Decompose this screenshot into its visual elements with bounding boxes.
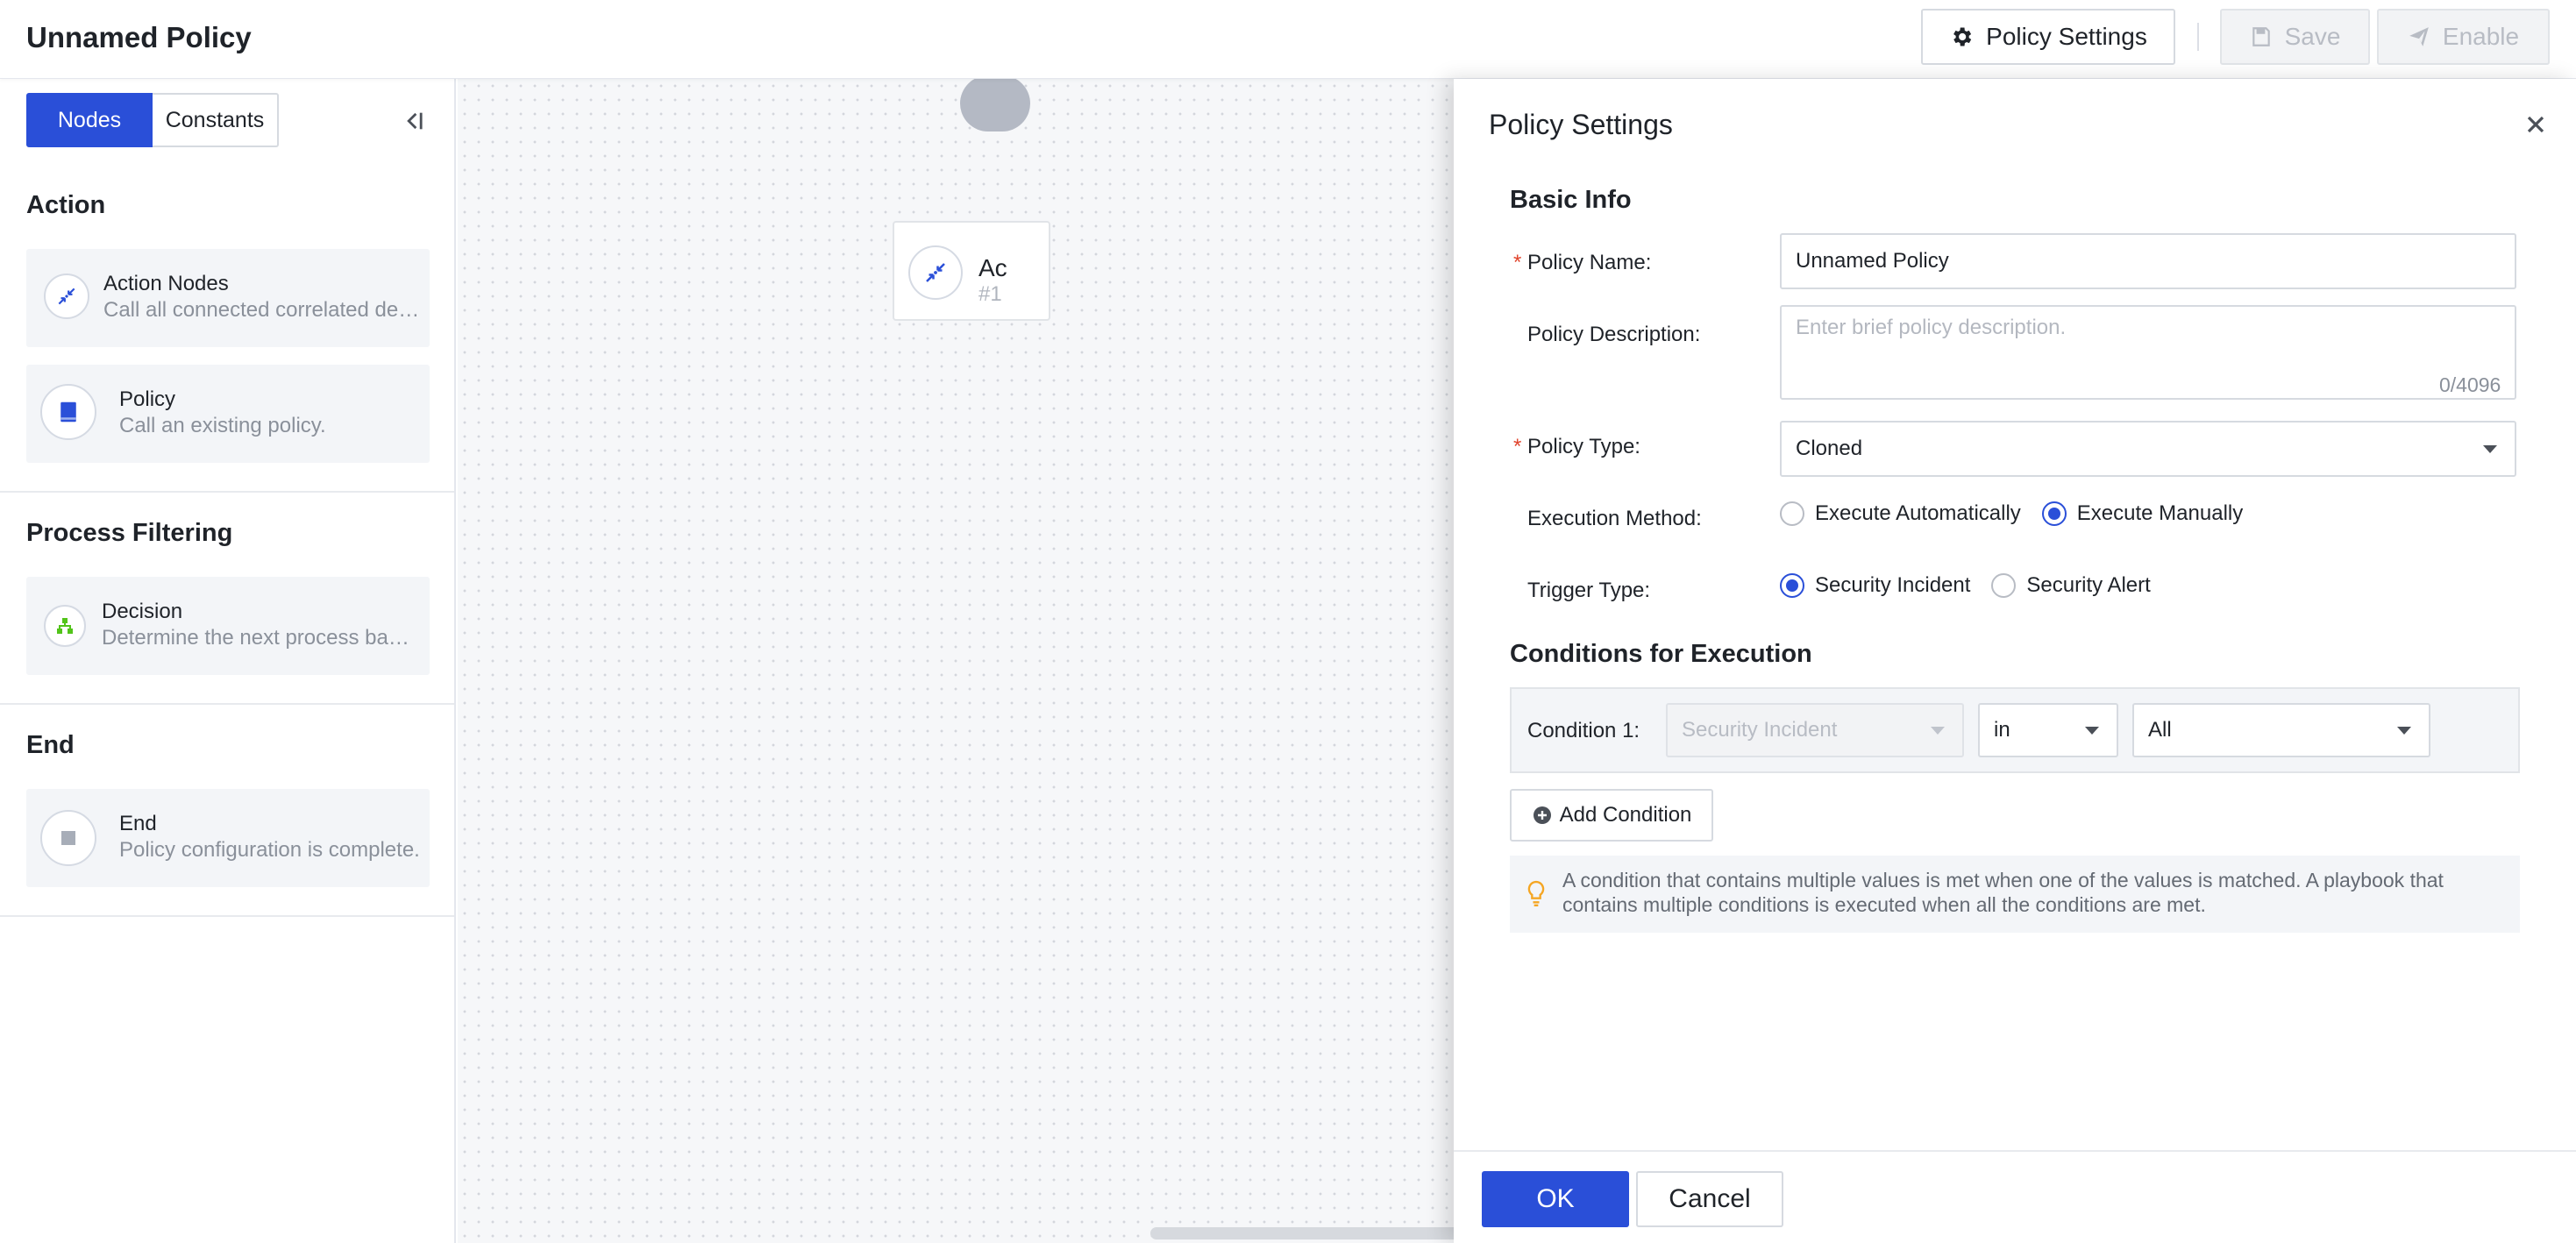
required-marker: *	[1513, 435, 1522, 458]
policy-description-input[interactable]	[1780, 305, 2516, 400]
top-header: Unnamed Policy Policy Settings Save Enab…	[0, 0, 2576, 79]
policy-settings-button[interactable]: Policy Settings	[1921, 9, 2175, 65]
add-condition-label: Add Condition	[1559, 803, 1692, 827]
condition-tip: A condition that contains multiple value…	[1510, 856, 2520, 933]
canvas-node-label: Ac	[978, 254, 1007, 281]
section-title-end: End	[26, 731, 75, 759]
node-description: Call an existing policy.	[119, 414, 326, 437]
condition-field-value: Security Incident	[1682, 718, 1838, 742]
policy-settings-drawer: Policy Settings Basic Info * Policy Name…	[1454, 79, 2576, 1243]
send-icon	[2409, 27, 2429, 46]
lightbulb-icon	[1527, 880, 1545, 906]
cancel-button[interactable]: Cancel	[1636, 1171, 1783, 1227]
condition-row: Condition 1: Security Incident in All	[1510, 687, 2520, 773]
condition-value: All	[2148, 718, 2172, 742]
radio-label: Execute Manually	[2076, 501, 2244, 525]
tab-nodes[interactable]: Nodes	[26, 93, 153, 147]
radio-execute-manually[interactable]: Execute Manually	[2041, 501, 2244, 526]
node-name: Decision	[102, 600, 183, 623]
drawer-title: Policy Settings	[1489, 109, 1673, 140]
node-card-policy[interactable]: Policy Call an existing policy.	[26, 365, 430, 463]
save-icon	[2252, 27, 2270, 46]
add-condition-button[interactable]: Add Condition	[1510, 789, 1713, 842]
radio-circle	[1780, 501, 1804, 526]
execution-method-label: Execution Method:	[1527, 507, 1702, 530]
header-divider	[2197, 23, 2199, 51]
node-card-action-nodes[interactable]: Action Nodes Call all connected correlat…	[26, 249, 430, 347]
chevron-down-icon	[2483, 445, 2497, 453]
stop-square-icon	[40, 810, 96, 866]
condition-value-select[interactable]: All	[2132, 703, 2430, 757]
section-divider	[0, 915, 454, 917]
policy-type-select[interactable]: Cloned	[1780, 421, 2516, 477]
required-marker: *	[1513, 251, 1522, 274]
policy-type-value: Cloned	[1796, 437, 1863, 460]
trigger-type-label: Trigger Type:	[1527, 579, 1651, 602]
enable-button[interactable]: Enable	[2377, 9, 2550, 65]
node-tabs: Nodes Constants	[26, 93, 279, 147]
close-icon	[2527, 116, 2544, 133]
policy-name-input[interactable]	[1780, 233, 2516, 289]
radio-label: Security Incident	[1815, 573, 1971, 597]
close-button[interactable]	[2522, 110, 2550, 139]
radio-execute-automatically[interactable]: Execute Automatically	[1780, 501, 2021, 526]
section-divider	[0, 703, 454, 705]
action-arrows-icon	[908, 245, 963, 300]
collapse-panel-button[interactable]	[398, 105, 430, 137]
gear-icon	[1953, 27, 1972, 46]
section-divider	[0, 491, 454, 493]
decision-tree-icon	[44, 605, 86, 647]
conditions-title: Conditions for Execution	[1510, 640, 1812, 668]
radio-circle	[1780, 573, 1804, 598]
node-description: Determine the next process based on cond…	[102, 626, 419, 650]
radio-label: Execute Automatically	[1815, 501, 2021, 525]
radio-circle	[1991, 573, 2017, 598]
page-title: Unnamed Policy	[26, 21, 252, 53]
policy-type-label: Policy Type:	[1527, 435, 1640, 458]
description-char-count: 0/4096	[2439, 373, 2501, 396]
chevron-down-icon	[1931, 727, 1945, 735]
basic-info-title: Basic Info	[1510, 186, 1632, 214]
policy-description-label: Policy Description:	[1527, 323, 1701, 346]
node-name: End	[119, 812, 157, 835]
node-description: Policy configuration is complete.	[119, 838, 420, 862]
condition-field-select[interactable]: Security Incident	[1666, 703, 1964, 757]
node-library-panel: Nodes Constants Action Action Nodes Call…	[0, 79, 456, 1243]
drawer-footer: OK Cancel	[1454, 1150, 2576, 1243]
canvas-start-node[interactable]	[960, 75, 1030, 131]
node-card-end[interactable]: End Policy configuration is complete.	[26, 789, 430, 887]
tip-text: A condition that contains multiple value…	[1562, 869, 2444, 916]
save-button[interactable]: Save	[2220, 9, 2370, 65]
collapse-left-icon	[407, 112, 423, 130]
radio-label: Security Alert	[2026, 573, 2151, 597]
canvas-action-node[interactable]: Ac #1	[893, 221, 1050, 321]
radio-security-alert[interactable]: Security Alert	[1991, 573, 2151, 598]
radio-security-incident[interactable]: Security Incident	[1780, 573, 1970, 598]
tab-constants[interactable]: Constants	[153, 93, 279, 147]
chevron-down-icon	[2085, 727, 2099, 735]
plus-circle-icon	[1533, 806, 1551, 824]
condition-operator-select[interactable]: in	[1978, 703, 2118, 757]
canvas-node-id: #1	[978, 282, 1002, 306]
node-name: Policy	[119, 387, 176, 411]
action-arrows-icon	[44, 273, 89, 319]
execution-method-radio-group: Execute Automatically Execute Manually	[1780, 501, 2264, 526]
section-title-process-filtering: Process Filtering	[26, 519, 233, 547]
book-icon	[40, 384, 96, 440]
node-description: Call all connected correlated devices.	[103, 298, 421, 322]
policy-settings-label: Policy Settings	[1986, 23, 2147, 50]
enable-label: Enable	[2442, 23, 2520, 50]
save-label: Save	[2284, 23, 2341, 50]
section-title-action: Action	[26, 191, 106, 219]
chevron-down-icon	[2397, 727, 2411, 735]
ok-button[interactable]: OK	[1482, 1171, 1629, 1227]
policy-name-label: Policy Name:	[1527, 251, 1652, 274]
radio-circle	[2041, 501, 2067, 526]
condition-operator-value: in	[1994, 718, 2010, 742]
node-card-decision[interactable]: Decision Determine the next process base…	[26, 577, 430, 675]
node-name: Action Nodes	[103, 272, 229, 295]
trigger-type-radio-group: Security Incident Security Alert	[1780, 573, 2172, 598]
condition-label: Condition 1:	[1527, 719, 1640, 742]
